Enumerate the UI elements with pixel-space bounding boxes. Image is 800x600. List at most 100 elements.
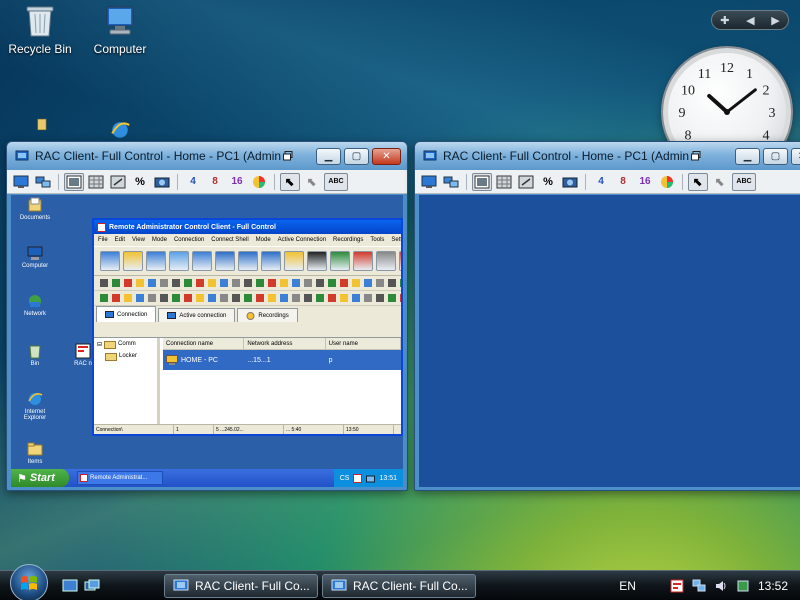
connect-button[interactable]: [441, 173, 461, 191]
restore-small-icon[interactable]: [691, 151, 701, 161]
desktop-icon-computer[interactable]: Computer: [80, 4, 160, 56]
menu-item[interactable]: Settings: [391, 237, 401, 243]
toolbar-button[interactable]: [100, 251, 120, 271]
view-mode-button[interactable]: [494, 173, 514, 191]
small-toolbar-button[interactable]: [304, 279, 312, 287]
desktop-icon-internet-explorer[interactable]: [80, 118, 160, 142]
small-toolbar-button[interactable]: [184, 279, 192, 287]
small-toolbar-button[interactable]: [256, 279, 264, 287]
small-toolbar-button[interactable]: [232, 279, 240, 287]
rac-tray-icon[interactable]: [353, 473, 363, 483]
remote-desktop-icon-network[interactable]: Network: [15, 293, 55, 317]
small-toolbar-button[interactable]: [112, 294, 120, 302]
network-tray-icon[interactable]: [366, 474, 376, 483]
small-toolbar-button[interactable]: [304, 294, 312, 302]
small-toolbar-button[interactable]: [364, 279, 372, 287]
small-toolbar-button[interactable]: [220, 294, 228, 302]
window-titlebar[interactable]: RAC Client- Full Control - Home - PC1 (A…: [7, 142, 407, 170]
remote-task-button[interactable]: Remote Administrat...: [77, 471, 163, 485]
control-mode-button[interactable]: ⬉: [280, 172, 300, 191]
small-toolbar-button[interactable]: [268, 294, 276, 302]
percent-button[interactable]: %: [538, 173, 558, 191]
fullscreen-button[interactable]: [64, 172, 84, 191]
small-toolbar-button[interactable]: [268, 279, 276, 287]
small-toolbar-button[interactable]: [148, 279, 156, 287]
screenshot-button[interactable]: [560, 173, 580, 191]
column-header[interactable]: User name: [326, 338, 401, 349]
small-toolbar-button[interactable]: [160, 294, 168, 302]
menu-item[interactable]: Connect Shell: [211, 237, 248, 243]
small-toolbar-button[interactable]: [400, 294, 401, 302]
toolbar-button[interactable]: [261, 251, 281, 271]
menu-item[interactable]: Mode: [256, 237, 271, 243]
toolbar-button[interactable]: [376, 251, 396, 271]
colors-4-button[interactable]: 4: [591, 173, 611, 191]
maximize-button[interactable]: ▢: [344, 147, 369, 165]
small-toolbar-button[interactable]: [208, 279, 216, 287]
desktop-icon-recycle-bin[interactable]: Recycle Bin: [0, 4, 80, 56]
small-toolbar-button[interactable]: [124, 279, 132, 287]
tab-recordings[interactable]: Recordings: [237, 308, 298, 322]
remote-screen[interactable]: [419, 195, 800, 487]
toolbar-button[interactable]: [169, 251, 189, 271]
maximize-button[interactable]: ▢: [763, 147, 788, 165]
window-titlebar[interactable]: RAC Client- Full Control - Home - PC1 (A…: [415, 142, 800, 170]
small-toolbar-button[interactable]: [376, 279, 384, 287]
small-toolbar-button[interactable]: [328, 279, 336, 287]
network-tray-icon[interactable]: [692, 579, 706, 593]
small-toolbar-button[interactable]: [400, 279, 401, 287]
column-header[interactable]: Connection name: [163, 338, 245, 349]
menu-item[interactable]: Recordings: [333, 237, 363, 243]
small-toolbar-button[interactable]: [232, 294, 240, 302]
remote-desktop-icon-bin[interactable]: Bin: [15, 343, 55, 367]
toolbar-button[interactable]: [330, 251, 350, 271]
control-mode-button[interactable]: ⬉: [688, 172, 708, 191]
remote-start-button[interactable]: ⚑ Start: [11, 469, 69, 487]
view-only-button[interactable]: ⬉: [302, 173, 322, 191]
remote-desktop-icon-internet-explorer[interactable]: Internet Explorer: [15, 391, 55, 421]
percent-button[interactable]: %: [130, 173, 150, 191]
small-toolbar-button[interactable]: [352, 294, 360, 302]
remote-screen[interactable]: Documents Computer Network Bin RAC n Int…: [11, 195, 403, 487]
menu-item[interactable]: Mode: [152, 237, 167, 243]
screenshot-button[interactable]: [152, 173, 172, 191]
small-toolbar-button[interactable]: [184, 294, 192, 302]
small-toolbar-button[interactable]: [352, 279, 360, 287]
small-toolbar-button[interactable]: [376, 294, 384, 302]
toolbar-button[interactable]: [215, 251, 235, 271]
rac-console-window[interactable]: Remote Administrator Control Client - Fu…: [92, 218, 403, 436]
tree-item[interactable]: Locker: [94, 350, 157, 362]
close-button[interactable]: ✕: [791, 147, 800, 165]
tab-connection[interactable]: Connection: [96, 306, 157, 322]
small-toolbar-button[interactable]: [148, 294, 156, 302]
previous-icon[interactable]: ◀: [746, 14, 754, 27]
minimize-button[interactable]: ▁: [735, 147, 760, 165]
close-button[interactable]: ✕: [372, 147, 401, 165]
small-toolbar-button[interactable]: [196, 279, 204, 287]
sidebar-controls[interactable]: ✚ ◀ ▶: [711, 10, 789, 30]
toolbar-button[interactable]: [238, 251, 258, 271]
taskbar-button-rac-client-1[interactable]: RAC Client- Full Co...: [164, 573, 318, 598]
remote-tray-language[interactable]: CS: [340, 475, 350, 482]
desktop-icon-partial[interactable]: [0, 118, 76, 138]
remote-desktop-icon-computer[interactable]: Computer: [15, 245, 55, 269]
rac-tray-icon[interactable]: [670, 579, 684, 593]
small-toolbar-button[interactable]: [388, 294, 396, 302]
toolbar-button[interactable]: [284, 251, 304, 271]
next-icon[interactable]: ▶: [771, 14, 779, 27]
small-toolbar-button[interactable]: [136, 294, 144, 302]
text-transfer-button[interactable]: ABC: [732, 172, 756, 191]
small-toolbar-button[interactable]: [364, 294, 372, 302]
tab-active-connection[interactable]: Active connection: [158, 308, 236, 322]
remote-desktop-icon-items[interactable]: Items: [15, 441, 55, 465]
colors-8-button[interactable]: 8: [205, 173, 225, 191]
small-toolbar-button[interactable]: [340, 279, 348, 287]
show-desktop-icon[interactable]: [62, 579, 78, 593]
small-toolbar-button[interactable]: [160, 279, 168, 287]
remote-desktop-icon-documents[interactable]: Documents: [15, 197, 55, 221]
add-gadget-icon[interactable]: ✚: [720, 14, 729, 27]
expand-icon[interactable]: ⊟: [97, 341, 102, 348]
rac-client-window-1[interactable]: RAC Client- Full Control - Home - PC1 (A…: [6, 141, 408, 491]
small-toolbar-button[interactable]: [256, 294, 264, 302]
colors-24-button[interactable]: [249, 173, 269, 191]
